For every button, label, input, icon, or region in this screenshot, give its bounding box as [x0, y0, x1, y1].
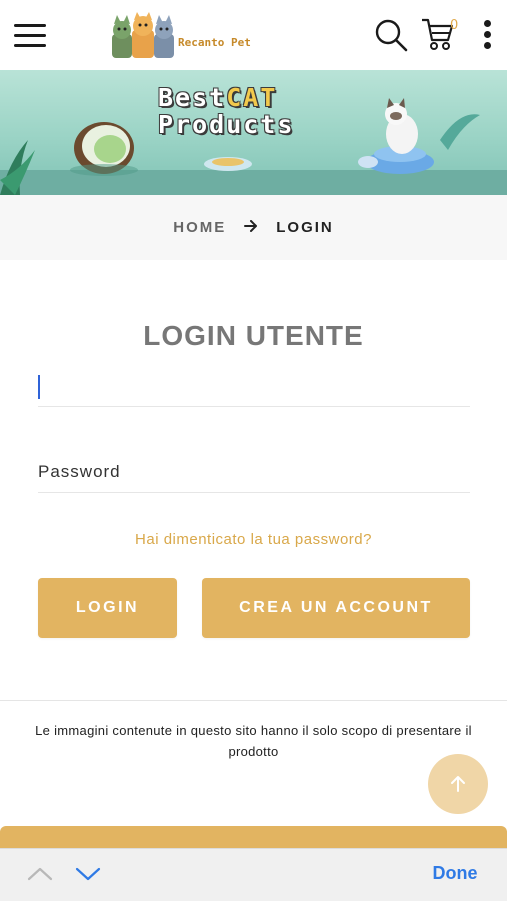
kebab-icon[interactable] [482, 18, 492, 52]
hamburger-icon[interactable] [14, 22, 46, 48]
hero-banner: BestCAT Products [0, 70, 507, 195]
logo-text: Recanto Pet [178, 36, 251, 49]
text-caret [38, 375, 40, 399]
search-icon[interactable] [374, 18, 408, 52]
arrow-right-icon [244, 219, 258, 237]
site-header: Recanto Pet 0 [0, 0, 507, 70]
banner-title-products: Products [158, 110, 295, 139]
banner-title: BestCAT Products [158, 84, 294, 138]
arrow-up-icon [451, 776, 465, 792]
page-title: LOGIN UTENTE [143, 320, 364, 351]
password-field[interactable] [38, 452, 470, 493]
email-field[interactable] [38, 366, 470, 407]
cats-logo-icon [112, 12, 174, 58]
site-logo[interactable]: Recanto Pet [110, 12, 260, 60]
breadcrumb-home-link[interactable]: HOME [173, 219, 226, 236]
divider [0, 700, 507, 701]
done-button[interactable]: Done [420, 863, 490, 884]
banner-title-cat: CAT [226, 83, 278, 112]
breadcrumb-current: LOGIN [276, 219, 334, 236]
scroll-to-top-button[interactable] [428, 754, 488, 814]
forgot-password-link[interactable]: Hai dimenticato la tua password? [0, 531, 507, 548]
banner-title-best: Best [158, 83, 227, 112]
chevron-down-icon[interactable] [74, 863, 102, 885]
login-button[interactable]: LOGIN [38, 578, 177, 638]
breadcrumb: HOME LOGIN [0, 195, 507, 260]
image-disclaimer: Le immagini contenute in questo sito han… [35, 723, 472, 759]
create-account-button[interactable]: CREA UN ACCOUNT [202, 578, 470, 638]
chevron-up-icon[interactable] [26, 863, 54, 885]
keyboard-accessory-bar: Done [0, 848, 507, 901]
cart-count-badge: 0 [450, 18, 459, 33]
